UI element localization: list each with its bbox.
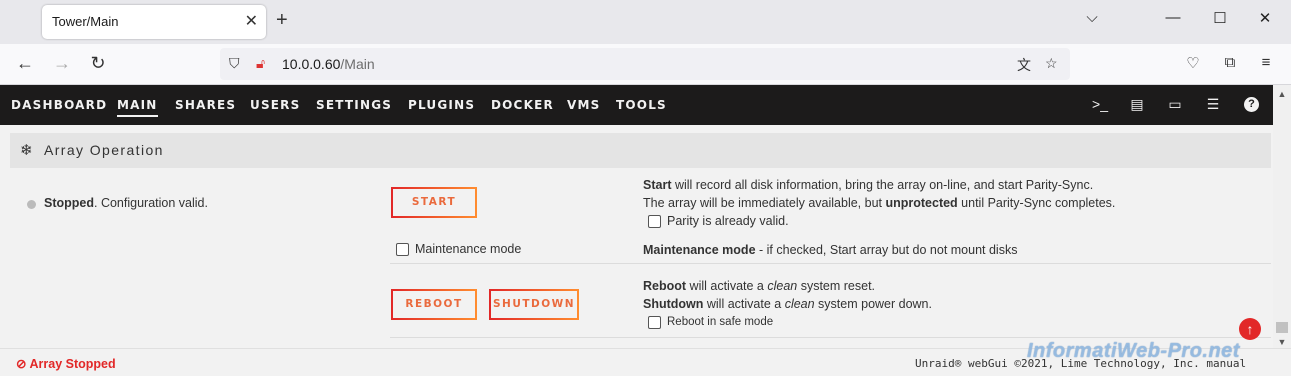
app-menu-icon[interactable]: ≡ bbox=[1255, 54, 1277, 71]
page-scrollbar[interactable]: ▲ ▼ bbox=[1273, 85, 1291, 348]
menu-settings[interactable]: SETTINGS bbox=[316, 98, 392, 112]
section-title: Array Operation bbox=[44, 142, 164, 158]
translate-icon[interactable]: 文 bbox=[1017, 55, 1031, 75]
feedback-icon[interactable]: ▤ bbox=[1127, 96, 1147, 113]
list-tabs-icon[interactable]: ⌵ bbox=[1077, 9, 1107, 26]
url-text[interactable]: 10.0.0.60/Main bbox=[282, 56, 375, 72]
tab-title: Tower/Main bbox=[52, 14, 119, 29]
parity-valid-label: Parity is already valid. bbox=[667, 214, 789, 228]
back-icon[interactable]: ← bbox=[13, 53, 37, 74]
menu-main[interactable]: MAIN bbox=[117, 98, 158, 117]
menu-shares[interactable]: SHARES bbox=[175, 98, 236, 112]
monitor-icon[interactable]: ▭ bbox=[1165, 96, 1185, 113]
reboot-button[interactable]: REBOOT bbox=[391, 289, 477, 320]
menu-dashboard[interactable]: DASHBOARD bbox=[11, 98, 107, 112]
array-status-text: Stopped. Configuration valid. bbox=[44, 196, 208, 210]
browser-tab-bar: Tower/Main ✕ + ⌵ — ☐ ✕ bbox=[0, 0, 1291, 44]
menu-docker[interactable]: DOCKER bbox=[491, 98, 554, 112]
menu-plugins[interactable]: PLUGINS bbox=[408, 98, 475, 112]
bookmark-star-icon[interactable]: ☆ bbox=[1045, 55, 1058, 72]
start-description: Start will record all disk information, … bbox=[643, 178, 1094, 192]
url-bar[interactable]: ⛉ 🔓︎ 10.0.0.60/Main 文 ☆ bbox=[220, 48, 1070, 80]
safe-mode-checkbox[interactable] bbox=[648, 316, 661, 329]
log-icon[interactable]: ☰ bbox=[1203, 96, 1223, 113]
extensions-icon[interactable]: ⧉ bbox=[1219, 54, 1241, 71]
browser-tab[interactable]: Tower/Main ✕ bbox=[42, 5, 266, 39]
maintenance-mode-label: Maintenance mode bbox=[415, 242, 522, 256]
minimize-icon[interactable]: — bbox=[1158, 9, 1188, 26]
forward-icon[interactable]: → bbox=[50, 53, 74, 74]
parity-valid-checkbox[interactable] bbox=[648, 215, 661, 228]
shield-icon[interactable]: ⛉ bbox=[229, 55, 240, 72]
insecure-lock-icon[interactable]: 🔓︎ bbox=[256, 55, 265, 72]
menu-vms[interactable]: VMS bbox=[567, 98, 600, 112]
maintenance-description: Maintenance mode - if checked, Start arr… bbox=[643, 243, 1018, 257]
scroll-up-icon[interactable]: ▲ bbox=[1273, 89, 1291, 99]
start-button[interactable]: START bbox=[391, 187, 477, 218]
unraid-menu-bar: DASHBOARD MAIN SHARES USERS SETTINGS PLU… bbox=[0, 85, 1273, 125]
shutdown-button[interactable]: SHUTDOWN bbox=[489, 289, 579, 320]
safe-mode-label: Reboot in safe mode bbox=[667, 316, 774, 328]
close-tab-icon[interactable]: ✕ bbox=[245, 11, 258, 31]
availability-description: The array will be immediately available,… bbox=[643, 196, 1116, 210]
section-divider bbox=[390, 263, 1271, 264]
close-window-icon[interactable]: ✕ bbox=[1250, 9, 1280, 27]
scroll-down-icon[interactable]: ▼ bbox=[1273, 337, 1291, 347]
array-operation-header: ❄ Array Operation bbox=[10, 133, 1271, 168]
scroll-to-top-icon[interactable]: ↑ bbox=[1239, 318, 1261, 340]
reload-icon[interactable]: ↻ bbox=[86, 53, 110, 74]
reboot-description: Reboot will activate a clean system rese… bbox=[643, 279, 876, 293]
maintenance-mode-checkbox[interactable] bbox=[396, 243, 409, 256]
snowflake-icon: ❄ bbox=[20, 142, 33, 159]
scrollbar-thumb[interactable] bbox=[1276, 322, 1288, 333]
array-stopped-status: ⊘ Array Stopped bbox=[16, 357, 116, 371]
pocket-icon[interactable]: ♡ bbox=[1182, 54, 1204, 72]
help-icon[interactable]: ? bbox=[1244, 97, 1259, 112]
browser-nav-bar: ← → ↻ ⛉ 🔓︎ 10.0.0.60/Main 文 ☆ ♡ ⧉ ≡ bbox=[0, 44, 1291, 85]
watermark: InformatiWeb-Pro.net bbox=[1027, 340, 1240, 362]
shutdown-description: Shutdown will activate a clean system po… bbox=[643, 297, 932, 311]
status-indicator-dot bbox=[27, 200, 36, 209]
bottom-divider bbox=[390, 337, 1271, 338]
maximize-icon[interactable]: ☐ bbox=[1205, 9, 1235, 27]
terminal-icon[interactable]: >_ bbox=[1090, 96, 1110, 112]
new-tab-icon[interactable]: + bbox=[276, 9, 288, 32]
menu-users[interactable]: USERS bbox=[250, 98, 300, 112]
menu-tools[interactable]: TOOLS bbox=[616, 98, 667, 112]
